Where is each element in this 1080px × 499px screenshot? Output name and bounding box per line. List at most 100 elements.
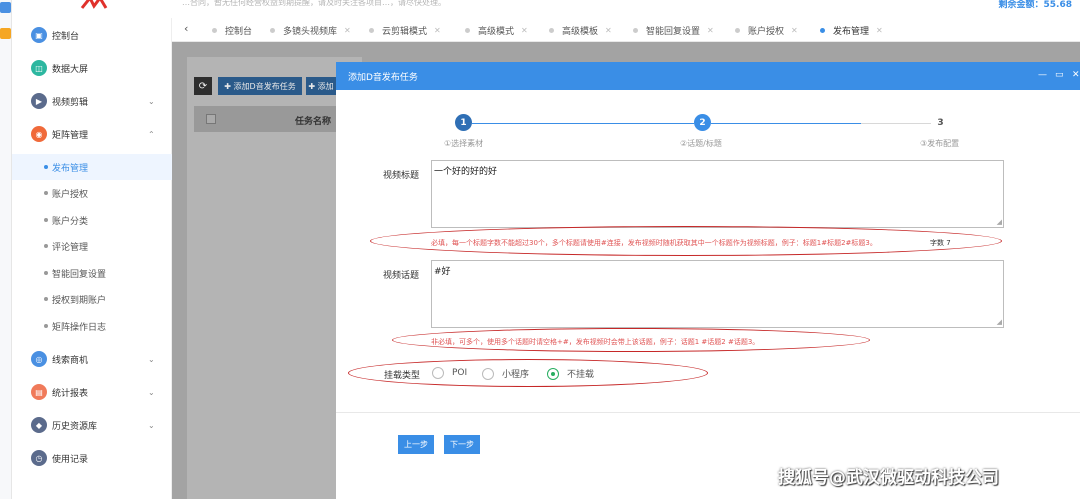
step-1-label: ①选择素材 — [444, 139, 484, 148]
resize-grip-icon[interactable]: ◢ — [997, 318, 1002, 326]
tab-dot-icon — [465, 28, 470, 33]
tab-cloud-edit-mode[interactable]: 云剪辑模式 ✕ — [369, 23, 441, 38]
chevron-down-icon: ⌄ — [148, 96, 155, 106]
mount-type-label: 挂载类型 — [384, 371, 421, 381]
close-icon[interactable]: ✕ — [605, 26, 612, 35]
chevron-up-icon: ⌃ — [148, 129, 155, 139]
sidebar-item-data-screen[interactable]: ◫ 数据大屏 — [12, 55, 172, 81]
add-task-button-2[interactable]: ✚ 添加 — [306, 77, 336, 95]
radio-poi[interactable]: POI — [432, 367, 467, 379]
sidebar-item-reports[interactable]: ▤ 统计报表 ⌄ — [12, 379, 172, 405]
step-3-label: ③发布配置 — [920, 139, 960, 148]
tab-bar: ‹ 控制台 多镜头视频库 ✕ 云剪辑模式 ✕ 高级模式 ✕ 高级模板 ✕ 智能回… — [172, 18, 1080, 42]
notice-marquee: …合同，暂无任何经营权益到期提醒，请及时关注各项目…，请尽快处理。 — [182, 0, 446, 7]
sidebar-subitem-label: 账户分类 — [52, 217, 89, 227]
minimize-icon[interactable]: — — [1038, 70, 1047, 80]
tab-label: 发布管理 — [833, 27, 870, 37]
sidebar-item-leads[interactable]: ◎ 线索商机 ⌄ — [12, 346, 172, 372]
add-publish-task-modal: 添加D音发布任务 — ▭ ✕ 1 2 3 ①选择素材 ②话题/标题 ③发布配置 … — [336, 62, 1080, 499]
tab-dot-icon — [633, 28, 638, 33]
tab-publish-management[interactable]: 发布管理 ✕ — [820, 23, 883, 38]
close-icon[interactable]: ✕ — [876, 26, 883, 35]
sidebar-subitem-expired-accounts[interactable]: 授权到期账户 — [12, 286, 172, 312]
sidebar-item-archive[interactable]: ◆ 历史资源库 ⌄ — [12, 412, 172, 438]
sidebar-subitem-label: 评论管理 — [52, 243, 89, 253]
radio-label: POI — [452, 368, 468, 378]
tab-label: 多镜头视频库 — [283, 27, 338, 37]
tab-multi-lens-library[interactable]: 多镜头视频库 ✕ — [270, 23, 351, 38]
sidebar-subitem-label: 矩阵操作日志 — [52, 323, 107, 333]
sidebar-item-video-edit[interactable]: ▶ 视频剪辑 ⌄ — [12, 88, 172, 114]
refresh-button[interactable]: ⟳ — [194, 77, 212, 95]
video-edit-icon: ▶ — [31, 93, 47, 109]
radio-circle-icon — [547, 367, 559, 380]
step-connector — [472, 123, 694, 124]
video-topic-label: 视频话题 — [383, 271, 420, 281]
select-all-checkbox[interactable] — [206, 114, 216, 124]
step-2-circle: 2 — [694, 114, 711, 131]
balance-text: 剩余金额：55.68 — [998, 0, 1072, 10]
radio-circle-icon — [482, 367, 494, 380]
sidebar-subitem-account-category[interactable]: 账户分类 — [12, 207, 172, 233]
resize-grip-icon[interactable]: ◢ — [997, 218, 1002, 226]
next-step-button[interactable]: 下一步 — [444, 435, 480, 454]
add-task-button[interactable]: ✚ 添加D音发布任务 — [218, 77, 302, 95]
chevron-left-icon[interactable]: ‹ — [184, 22, 188, 35]
tab-smart-reply-settings[interactable]: 智能回复设置 ✕ — [633, 23, 714, 38]
tab-dot-icon — [212, 28, 217, 33]
sidebar-subitem-account-auth[interactable]: 账户授权 — [12, 180, 172, 206]
chevron-down-icon: ⌄ — [148, 354, 155, 364]
prev-step-button[interactable]: 上一步 — [398, 435, 434, 454]
close-icon[interactable]: ✕ — [434, 26, 441, 35]
close-icon[interactable]: ✕ — [1072, 70, 1080, 80]
sidebar-item-label: 数据大屏 — [52, 64, 89, 75]
app-icon[interactable] — [0, 2, 11, 13]
sidebar-subitem-publish[interactable]: 发布管理 — [12, 154, 172, 180]
step-connector — [861, 123, 931, 124]
sidebar: ▣ 控制台 ◫ 数据大屏 ▶ 视频剪辑 ⌄ ◉ 矩阵管理 ⌃ 发布管理 账户授权… — [12, 18, 172, 499]
sidebar-subitem-label: 授权到期账户 — [52, 296, 107, 306]
tab-dot-icon — [820, 28, 825, 33]
radio-label: 小程序 — [502, 370, 530, 380]
bullet-icon — [44, 191, 48, 195]
step-3-circle: 3 — [932, 114, 949, 131]
modal-title: 添加D音发布任务 — [348, 73, 418, 83]
sidebar-item-matrix[interactable]: ◉ 矩阵管理 ⌃ — [12, 121, 172, 147]
bullet-icon — [44, 297, 48, 301]
sidebar-subitem-smart-reply[interactable]: 智能回复设置 — [12, 260, 172, 286]
tab-account-auth[interactable]: 账户授权 ✕ — [735, 23, 798, 38]
video-topic-textarea[interactable]: #好 ◢ — [431, 260, 1004, 328]
tab-advanced-mode[interactable]: 高级模式 ✕ — [465, 23, 528, 38]
matrix-icon: ◉ — [31, 126, 47, 142]
sidebar-subitem-comments[interactable]: 评论管理 — [12, 233, 172, 259]
modal-divider — [336, 412, 1080, 413]
close-icon[interactable]: ✕ — [791, 26, 798, 35]
video-topic-hint: 非必填，可多个，使用多个话题时请空格+#，发布视频时会带上该话题，例子：话题1 … — [431, 338, 760, 346]
sidebar-item-usage-history[interactable]: ◷ 使用记录 — [12, 445, 172, 471]
close-icon[interactable]: ✕ — [521, 26, 528, 35]
tab-label: 控制台 — [225, 27, 253, 37]
radio-no-mount[interactable]: 不挂载 — [547, 367, 594, 380]
tab-dashboard[interactable]: 控制台 — [212, 23, 252, 38]
tab-advanced-template[interactable]: 高级模板 ✕ — [549, 23, 612, 38]
bullet-icon — [44, 165, 48, 169]
history-icon: ◷ — [31, 450, 47, 466]
tab-label: 高级模式 — [478, 27, 515, 37]
sidebar-subitem-label: 智能回复设置 — [52, 270, 107, 280]
sidebar-item-label: 矩阵管理 — [52, 130, 89, 141]
step-2-label: ②话题/标题 — [680, 139, 722, 148]
radio-mini-program[interactable]: 小程序 — [482, 367, 529, 380]
radio-label: 不挂载 — [567, 370, 595, 380]
tab-dot-icon — [270, 28, 275, 33]
video-title-textarea[interactable]: 一个好的好的好 ◢ — [431, 160, 1004, 228]
close-icon[interactable]: ✕ — [344, 26, 351, 35]
maximize-icon[interactable]: ▭ — [1055, 70, 1064, 80]
star-icon[interactable] — [0, 28, 11, 39]
tab-label: 智能回复设置 — [646, 27, 701, 37]
close-icon[interactable]: ✕ — [707, 26, 714, 35]
sidebar-subitem-matrix-log[interactable]: 矩阵操作日志 — [12, 313, 172, 339]
sidebar-subitem-label: 发布管理 — [52, 164, 89, 174]
video-title-hint: 必填，每一个标题字数不能超过30个，多个标题请使用#连接，发布视频时随机获取其中… — [431, 239, 877, 247]
sidebar-subitem-label: 账户授权 — [52, 190, 89, 200]
sidebar-item-dashboard[interactable]: ▣ 控制台 — [12, 22, 172, 48]
